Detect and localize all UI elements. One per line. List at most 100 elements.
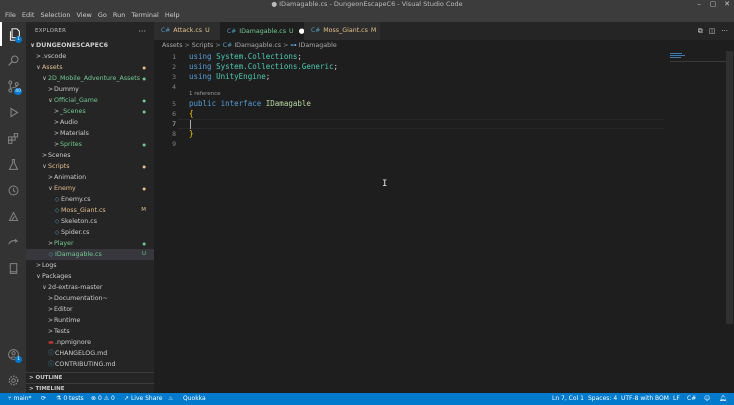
problems-status[interactable]: ⊗ 0 ⚠ 0 [91, 393, 115, 405]
error-icon: ⊗ [91, 395, 97, 402]
minimize-button[interactable]: – [692, 0, 706, 9]
feedback-icon[interactable]: ☺ [704, 393, 710, 405]
breadcrumb-file[interactable]: IDamagable.cs [234, 42, 281, 49]
file-item-enemy-cs[interactable]: ◇ Enemy.cs [26, 194, 154, 205]
notifications-bell-icon[interactable]: 🔔︎ [719, 393, 727, 405]
menu-selection[interactable]: Selection [37, 11, 73, 20]
folder-item-packages[interactable]: ∨Packages [26, 271, 154, 282]
file-item-spider-cs[interactable]: ◇ Spider.cs [26, 227, 154, 238]
flame-icon[interactable]: ♨ [168, 393, 173, 405]
live-share-label: Live Share [130, 395, 163, 402]
folder-item-2d-extras-master[interactable]: ∨2d-extras-master [26, 282, 154, 293]
folder-item-vscode[interactable]: >.vscode [26, 51, 154, 62]
run-debug-icon[interactable] [0, 100, 26, 124]
code-line: 4 [154, 82, 664, 92]
menu-file[interactable]: File [0, 11, 19, 20]
menu-terminal[interactable]: Terminal [128, 11, 161, 20]
file-item-idamagable-cs[interactable]: ◇ IDamagable.cs U [26, 249, 154, 260]
breadcrumb-assets[interactable]: Assets [162, 42, 183, 49]
file-item-contributing-md[interactable]: ⓘCONTRIBUTING.md [26, 359, 154, 370]
folder-item-audio[interactable]: >Audio [26, 117, 154, 128]
more-actions-icon[interactable]: ··· [138, 27, 146, 36]
menu-help[interactable]: Help [162, 11, 183, 20]
vertical-scrollbar[interactable] [726, 51, 733, 324]
timeline-section[interactable]: > TIMELINE [26, 383, 154, 393]
folder-item-sprites[interactable]: >Sprites ● [26, 139, 154, 150]
branch-status[interactable]: ⑂ main* [8, 393, 32, 405]
sync-icon[interactable]: ⟳ [41, 393, 46, 405]
code-content: using UnityEngine; [189, 72, 270, 82]
folder-item-scenes[interactable]: >Scenes [26, 150, 154, 161]
folder-item-dummy[interactable]: >Dummy [26, 84, 154, 95]
folder-item-logs[interactable]: >Logs [26, 260, 154, 271]
file-item-moss-giant-cs[interactable]: ◇ Moss_Giant.cs M [26, 205, 154, 216]
maximize-button[interactable]: ▢ [706, 0, 720, 9]
sidebar-title: EXPLORER [35, 28, 67, 34]
split-compare-icon[interactable]: ⧉ [698, 27, 703, 36]
explorer-sidebar: EXPLORER ··· ∨DUNGEONESCAPEC6 >.vscode ∨As… [26, 22, 154, 393]
quokka-status[interactable]: Quokka [183, 393, 206, 405]
minimap[interactable] [670, 51, 726, 393]
tab-attack-cs[interactable]: C# Attack.cs U [154, 22, 220, 40]
end-of-line[interactable]: LF [673, 393, 680, 405]
folder-item-tests[interactable]: >Tests [26, 326, 154, 337]
chevron-right-icon: > [29, 375, 34, 381]
tab-git-status: U [289, 28, 294, 35]
minimap-line [670, 55, 685, 56]
code-content: using System.Collections; [189, 52, 302, 62]
folder-item-official-game[interactable]: ∨Official_Game ● [26, 95, 154, 106]
folder-item-runtime[interactable]: >Runtime [26, 315, 154, 326]
split-editor-icon[interactable]: ◫ [709, 27, 716, 35]
search-icon[interactable] [0, 48, 26, 72]
source-control-icon[interactable]: 40 [0, 74, 26, 98]
git-status-dot-icon: ● [142, 76, 147, 81]
tree-item-label: Logs [42, 262, 57, 269]
code-editor[interactable]: 1 reference 1 using System.Collections; 2 us… [154, 51, 734, 393]
tab-idamagable-cs[interactable]: C# IDamagable.cs U ● [220, 22, 305, 40]
title-bar: File Edit Selection View Go Run Terminal Help ●… [0, 0, 734, 22]
language-mode[interactable]: C# [687, 393, 696, 405]
indentation[interactable]: Spaces: 4 [588, 393, 617, 405]
live-share-icon[interactable] [0, 230, 26, 254]
menu-view[interactable]: View [73, 11, 94, 20]
file-item-changelog-md[interactable]: ⓘCHANGELOG.md [26, 348, 154, 359]
git-status-dot-icon: ● [142, 142, 147, 147]
tree-item-label: Scenes [48, 152, 71, 159]
folder-item-scripts[interactable]: ∨Scripts ● [26, 161, 154, 172]
folder-item-scenes[interactable]: >_Scenes ● [26, 106, 154, 117]
folder-item-assets[interactable]: ∨Assets ● [26, 62, 154, 73]
folder-item-documentation[interactable]: >Documentation~ [26, 293, 154, 304]
folder-item-materials[interactable]: >Materials [26, 128, 154, 139]
folder-item-player[interactable]: >Player ● [26, 238, 154, 249]
close-button[interactable]: ✕ [720, 0, 734, 9]
testing-icon[interactable] [0, 152, 26, 176]
ibeam-cursor-icon: I [382, 179, 388, 189]
cursor-position[interactable]: Ln 7, Col 1 [552, 393, 584, 405]
menu-edit[interactable]: Edit [19, 11, 38, 20]
encoding[interactable]: UTF-8 with BOM [621, 393, 669, 405]
folder-item-dungeonescapec6[interactable]: ∨DUNGEONESCAPEC6 [26, 40, 154, 51]
accounts-icon[interactable]: 1 [0, 342, 26, 366]
folder-item-animation[interactable]: >Animation [26, 172, 154, 183]
menu-run[interactable]: Run [110, 11, 128, 20]
folder-item-2d-mobile-adventure-assets[interactable]: ∨2D_Mobile_Adventure_Assets ● [26, 73, 154, 84]
file-item-skeleton-cs[interactable]: ◇ Skeleton.cs [26, 216, 154, 227]
test-status[interactable]: ⚗ 0 tests [56, 393, 84, 405]
explorer-icon[interactable]: 1 [0, 22, 26, 46]
folder-item-editor[interactable]: >Editor [26, 304, 154, 315]
outline-section[interactable]: > OUTLINE [26, 372, 154, 383]
tree-item-label: Documentation~ [54, 295, 108, 302]
manage-gear-icon[interactable] [0, 368, 26, 392]
extensions-icon[interactable] [0, 126, 26, 150]
folder-item-enemy[interactable]: ∨Enemy ● [26, 183, 154, 194]
menu-go[interactable]: Go [95, 11, 110, 20]
live-share-status[interactable]: ↗ Live Share [124, 393, 162, 405]
azure-icon[interactable] [0, 204, 26, 228]
breadcrumb-symbol[interactable]: IDamagable [299, 42, 337, 49]
timeline-icon[interactable] [0, 178, 26, 202]
breadcrumb-scripts[interactable]: Scripts [192, 42, 214, 49]
notebook-icon[interactable] [0, 256, 26, 280]
more-actions-icon[interactable]: ··· [721, 27, 728, 35]
file-item-npmignore[interactable]: ▬.npmignore [26, 337, 154, 348]
tab-moss-giant-cs[interactable]: C# Moss_Giant.cs M [304, 22, 380, 40]
